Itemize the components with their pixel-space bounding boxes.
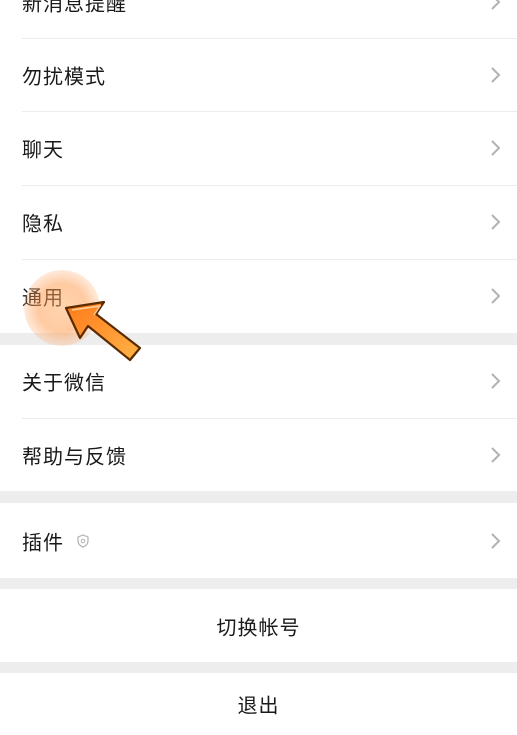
- settings-item-label: 新消息提醒: [22, 0, 127, 16]
- settings-item-new-message-notification[interactable]: 新消息提醒: [0, 0, 517, 38]
- chevron-right-icon: [491, 373, 501, 389]
- section-separator: [0, 578, 517, 589]
- settings-item-label: 插件: [22, 530, 64, 555]
- chevron-right-icon: [491, 67, 501, 83]
- shield-icon: [77, 534, 89, 548]
- switch-account-button[interactable]: 切换帐号: [0, 589, 517, 663]
- section-separator: [0, 491, 517, 503]
- settings-item-label: 通用: [22, 285, 64, 310]
- chevron-right-icon: [491, 0, 501, 10]
- arrow-pointer-icon: [64, 300, 142, 362]
- settings-item-label: 聊天: [22, 137, 64, 162]
- settings-item-plugins[interactable]: 插件: [0, 503, 517, 579]
- chevron-right-icon: [491, 533, 501, 549]
- chevron-right-icon: [491, 288, 501, 304]
- settings-item-label: 关于微信: [22, 370, 106, 395]
- logout-label: 退出: [237, 693, 280, 718]
- settings-page: 新消息提醒 勿扰模式 聊天 隐私 通用 关于微信 帮助与反馈 插件 切换帐号 退…: [0, 0, 517, 735]
- chevron-right-icon: [491, 214, 501, 230]
- settings-item-privacy[interactable]: 隐私: [0, 186, 517, 258]
- settings-item-chat[interactable]: 聊天: [0, 112, 517, 184]
- settings-item-label: 隐私: [22, 211, 64, 236]
- logout-button[interactable]: 退出: [0, 673, 517, 735]
- settings-item-help-and-feedback[interactable]: 帮助与反馈: [0, 419, 517, 491]
- switch-account-label: 切换帐号: [216, 615, 301, 640]
- settings-item-do-not-disturb[interactable]: 勿扰模式: [0, 39, 517, 111]
- settings-item-label: 帮助与反馈: [22, 444, 127, 469]
- section-separator: [0, 662, 517, 673]
- chevron-right-icon: [491, 447, 501, 463]
- settings-item-label: 勿扰模式: [22, 64, 106, 89]
- chevron-right-icon: [491, 140, 501, 156]
